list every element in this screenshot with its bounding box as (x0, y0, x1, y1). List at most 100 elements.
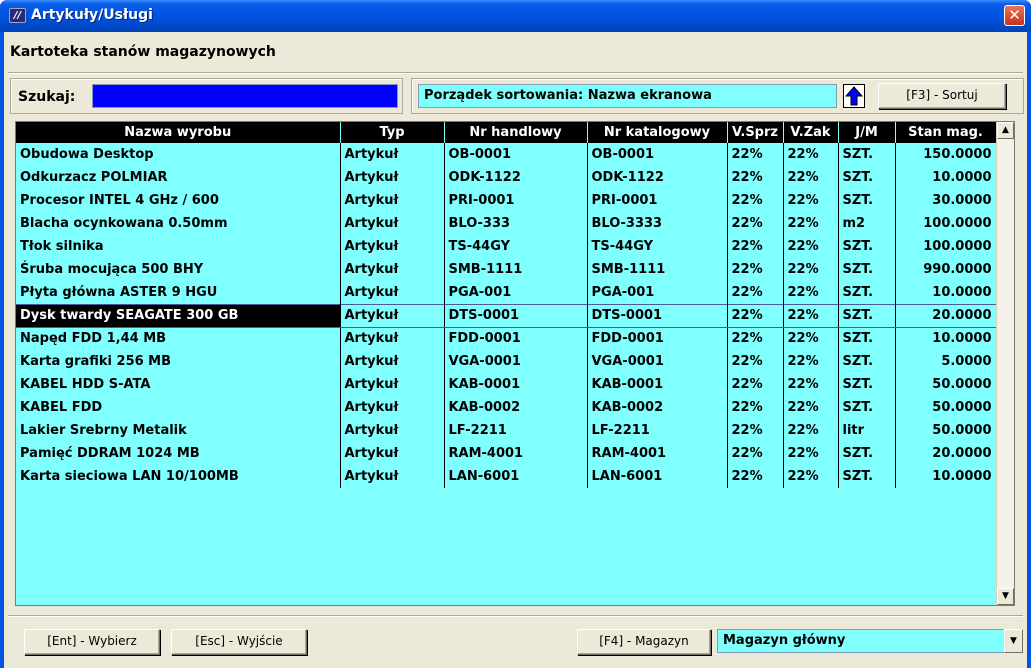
cell-vat-purchase: 22% (783, 235, 839, 258)
cell-trade-no: TS-44GY (444, 235, 588, 258)
column-header-type[interactable]: Typ (340, 122, 445, 143)
sort-direction-button[interactable] (843, 84, 865, 108)
cell-name: Płyta główna ASTER 9 HGU (16, 281, 341, 304)
cell-catalog-no: KAB-0001 (587, 373, 728, 396)
column-header-unit[interactable]: J/M (838, 122, 896, 143)
cell-vat-sale: 22% (727, 396, 784, 419)
table-row[interactable]: Napęd FDD 1,44 MB Artykuł FDD-0001 FDD-0001… (16, 327, 997, 350)
warehouse-select[interactable]: Magazyn główny (717, 629, 1005, 653)
table-row[interactable]: Śruba mocująca 500 BHY Artykuł SMB-1111 SMB… (16, 258, 997, 281)
cell-stock: 150.0000 (895, 143, 997, 166)
cell-catalog-no: KAB-0002 (587, 396, 728, 419)
column-header-vat-purchase[interactable]: V.Zak (783, 122, 839, 143)
cell-vat-sale: 22% (727, 189, 784, 212)
cell-type: Artykuł (340, 350, 445, 373)
table-row[interactable]: Pamięć DDRAM 1024 MB Artykuł RAM-4001 RAM-4… (16, 442, 997, 465)
table-row[interactable]: Procesor INTEL 4 GHz / 600 Artykuł PRI-000… (16, 189, 997, 212)
cell-type: Artykuł (340, 258, 445, 281)
cell-name: Karta grafiki 256 MB (16, 350, 341, 373)
cell-name: KABEL HDD S-ATA (16, 373, 341, 396)
column-header-catalog-no[interactable]: Nr katalogowy (587, 122, 728, 143)
table-row[interactable]: Tłok silnika Artykuł TS-44GY TS-44GY 22% 22% S… (16, 235, 997, 258)
cell-unit: SZT. (838, 465, 896, 488)
cell-vat-purchase: 22% (783, 258, 839, 281)
sort-button[interactable]: [F3] - Sortuj (878, 83, 1006, 109)
table-row[interactable]: KABEL HDD S-ATA Artykuł KAB-0001 KAB-0001 22… (16, 373, 997, 396)
cell-name: Tłok silnika (16, 235, 341, 258)
cell-type: Artykuł (340, 373, 445, 396)
cell-catalog-no: LAN-6001 (587, 465, 728, 488)
column-header-stock[interactable]: Stan mag. (895, 122, 997, 143)
divider (8, 72, 1023, 74)
table-row[interactable]: Karta grafiki 256 MB Artykuł VGA-0001 VGA-0… (16, 350, 997, 373)
close-button[interactable]: ✕ (1004, 5, 1025, 26)
cell-trade-no: LF-2211 (444, 419, 588, 442)
cell-stock: 10.0000 (895, 166, 997, 189)
cell-vat-sale: 22% (727, 465, 784, 488)
column-header-name[interactable]: Nazwa wyrobu (16, 122, 341, 143)
table-row[interactable]: Płyta główna ASTER 9 HGU Artykuł PGA-001 PG… (16, 281, 997, 304)
search-input[interactable] (92, 84, 398, 108)
cell-type: Artykuł (340, 166, 445, 189)
cell-name: Karta sieciowa LAN 10/100MB (16, 465, 341, 488)
cell-name: Procesor INTEL 4 GHz / 600 (16, 189, 341, 212)
cell-unit: SZT. (838, 235, 896, 258)
cell-vat-sale: 22% (727, 143, 784, 166)
vertical-scrollbar[interactable]: ▲ ▼ (996, 122, 1014, 605)
window-title: Artykuły/Usługi (31, 7, 153, 23)
cell-unit: SZT. (838, 350, 896, 373)
cell-name: Śruba mocująca 500 BHY (16, 258, 341, 281)
cell-vat-purchase: 22% (783, 212, 839, 235)
cell-trade-no: BLO-333 (444, 212, 588, 235)
select-button[interactable]: [Ent] - Wybierz (24, 629, 160, 655)
cell-stock: 10.0000 (895, 327, 997, 350)
cell-vat-sale: 22% (727, 281, 784, 304)
cell-trade-no: KAB-0002 (444, 396, 588, 419)
title-bar[interactable]: // Artykuły/Usługi ✕ (0, 0, 1031, 32)
table-row[interactable]: Blacha ocynkowana 0.50mm Artykuł BLO-333 BL… (16, 212, 997, 235)
cell-unit: SZT. (838, 327, 896, 350)
cell-unit: m2 (838, 212, 896, 235)
cell-trade-no: FDD-0001 (444, 327, 588, 350)
cell-catalog-no: FDD-0001 (587, 327, 728, 350)
column-header-vat-sale[interactable]: V.Sprz (727, 122, 784, 143)
cell-type: Artykuł (340, 327, 445, 350)
cell-vat-purchase: 22% (783, 396, 839, 419)
cell-unit: SZT. (838, 373, 896, 396)
cell-trade-no: KAB-0001 (444, 373, 588, 396)
table-row[interactable]: Obudowa Desktop Artykuł OB-0001 OB-0001 22% 2… (16, 143, 997, 166)
table-row[interactable]: Dysk twardy SEAGATE 300 GB Artykuł DTS-000… (16, 303, 997, 328)
cell-type: Artykuł (340, 465, 445, 488)
cell-stock: 100.0000 (895, 235, 997, 258)
cell-unit: SZT. (838, 303, 896, 328)
column-header-trade-no[interactable]: Nr handlowy (444, 122, 588, 143)
scroll-down-button[interactable]: ▼ (997, 588, 1014, 605)
cell-stock: 10.0000 (895, 465, 997, 488)
cell-type: Artykuł (340, 303, 445, 328)
cell-vat-sale: 22% (727, 212, 784, 235)
table-row[interactable]: Lakier Srebrny Metalik Artykuł LF-2211 LF-2… (16, 419, 997, 442)
cell-trade-no: PGA-001 (444, 281, 588, 304)
warehouse-button[interactable]: [F4] - Magazyn (577, 629, 711, 655)
table-row[interactable]: Odkurzacz POLMIAR Artykuł ODK-1122 ODK-1122… (16, 166, 997, 189)
cell-stock: 100.0000 (895, 212, 997, 235)
cell-name: Lakier Srebrny Metalik (16, 419, 341, 442)
table-row[interactable]: Karta sieciowa LAN 10/100MB Artykuł LAN-60… (16, 465, 997, 488)
scroll-up-button[interactable]: ▲ (997, 122, 1014, 139)
cell-trade-no: DTS-0001 (444, 303, 588, 328)
table-row[interactable]: KABEL FDD Artykuł KAB-0002 KAB-0002 22% 22% SZ… (16, 396, 997, 419)
chevron-down-icon[interactable]: ▼ (1004, 629, 1023, 653)
cell-unit: SZT. (838, 281, 896, 304)
cell-vat-sale: 22% (727, 350, 784, 373)
cell-name: Blacha ocynkowana 0.50mm (16, 212, 341, 235)
cell-type: Artykuł (340, 396, 445, 419)
cell-stock: 50.0000 (895, 373, 997, 396)
cell-vat-purchase: 22% (783, 143, 839, 166)
cell-catalog-no: PRI-0001 (587, 189, 728, 212)
cell-vat-sale: 22% (727, 442, 784, 465)
cell-type: Artykuł (340, 235, 445, 258)
cell-type: Artykuł (340, 442, 445, 465)
exit-button[interactable]: [Esc] - Wyjście (171, 629, 307, 655)
cell-trade-no: PRI-0001 (444, 189, 588, 212)
cell-vat-purchase: 22% (783, 350, 839, 373)
